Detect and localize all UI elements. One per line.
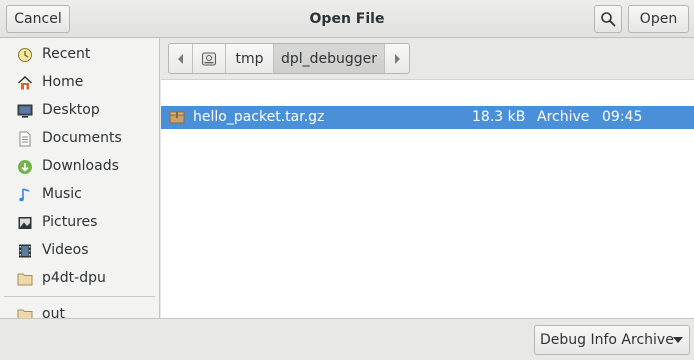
open-button-label: Open: [639, 11, 678, 27]
drive-icon: [201, 51, 217, 66]
file-size: 18.3 kB: [472, 109, 526, 125]
sidebar-item-desktop[interactable]: Desktop: [0, 96, 159, 124]
videos-icon: [19, 244, 31, 258]
sidebar-item-label: Documents: [42, 130, 122, 146]
sidebar-item-label: Desktop: [42, 102, 100, 118]
sidebar-item-pictures[interactable]: Pictures: [0, 208, 159, 236]
pathbar-segment-dpl-debugger[interactable]: dpl_debugger: [274, 44, 385, 73]
sidebar-item-p4dt-dpu[interactable]: p4dt-dpu: [0, 264, 159, 292]
documents-icon: [19, 131, 31, 147]
cancel-button[interactable]: Cancel: [6, 5, 70, 33]
header-bar: Open File Cancel Open: [0, 0, 694, 38]
open-button[interactable]: Open: [628, 5, 689, 33]
pathbar-scroll-left-button[interactable]: [169, 44, 193, 73]
file-filter-label: Debug Info Archive: [540, 332, 674, 348]
folder-icon: [17, 273, 33, 286]
file-name: hello_packet.tar.gz: [193, 109, 325, 125]
file-modified: 09:45: [602, 109, 643, 125]
search-icon: [601, 12, 616, 27]
folder-icon: [17, 309, 33, 318]
sidebar-item-home[interactable]: Home: [0, 68, 159, 96]
pathbar-segment-label: tmp: [235, 50, 264, 67]
dialog-footer: Debug Info Archive: [0, 318, 694, 360]
sidebar-item-label: Pictures: [42, 214, 98, 230]
pictures-icon: [18, 217, 32, 229]
sidebar-item-out[interactable]: out: [0, 300, 159, 318]
chevron-down-icon: [673, 337, 683, 343]
pathbar-scroll-right-button[interactable]: [385, 44, 409, 73]
pathbar-segment-tmp[interactable]: tmp: [226, 44, 274, 73]
sidebar-item-label: p4dt-dpu: [42, 270, 106, 286]
archive-icon: [169, 111, 185, 124]
file-row[interactable]: hello_packet.tar.gz 18.3 kB Archive 09:4…: [161, 106, 694, 129]
sidebar-item-label: Downloads: [42, 158, 119, 174]
sidebar-item-videos[interactable]: Videos: [0, 236, 159, 264]
dialog-title: Open File: [309, 11, 385, 27]
sidebar-item-documents[interactable]: Documents: [0, 124, 159, 152]
sidebar-item-label: Recent: [42, 46, 91, 62]
home-icon: [18, 76, 32, 90]
file-filter-dropdown[interactable]: Debug Info Archive: [534, 325, 690, 355]
downloads-icon: [18, 160, 32, 174]
sidebar-item-label: Home: [42, 74, 84, 90]
recent-icon: [18, 48, 32, 62]
pathbar-area: tmp dpl_debugger: [161, 38, 694, 80]
cancel-button-label: Cancel: [14, 11, 62, 27]
sidebar-item-label: Videos: [42, 242, 89, 258]
desktop-icon: [17, 104, 33, 118]
sidebar-item-downloads[interactable]: Downloads: [0, 152, 159, 180]
file-browser: tmp dpl_debugger hello_packet.tar.gz 18.…: [161, 38, 694, 318]
sidebar-item-label: out: [42, 306, 65, 318]
pathbar: tmp dpl_debugger: [168, 43, 410, 74]
sidebar-item-label: Music: [42, 186, 82, 202]
sidebar-item-recent[interactable]: Recent: [0, 40, 159, 68]
search-button[interactable]: [594, 5, 622, 33]
music-icon: [19, 188, 30, 202]
places-sidebar: Recent Home Desktop Documents Downloads …: [0, 38, 160, 318]
chevron-left-icon: [177, 53, 183, 64]
sidebar-item-music[interactable]: Music: [0, 180, 159, 208]
file-type: Archive: [537, 109, 590, 125]
pathbar-segment-label: dpl_debugger: [280, 50, 378, 67]
sidebar-separator: [4, 296, 155, 297]
pathbar-root-button[interactable]: [193, 44, 226, 73]
chevron-right-icon: [395, 53, 400, 64]
